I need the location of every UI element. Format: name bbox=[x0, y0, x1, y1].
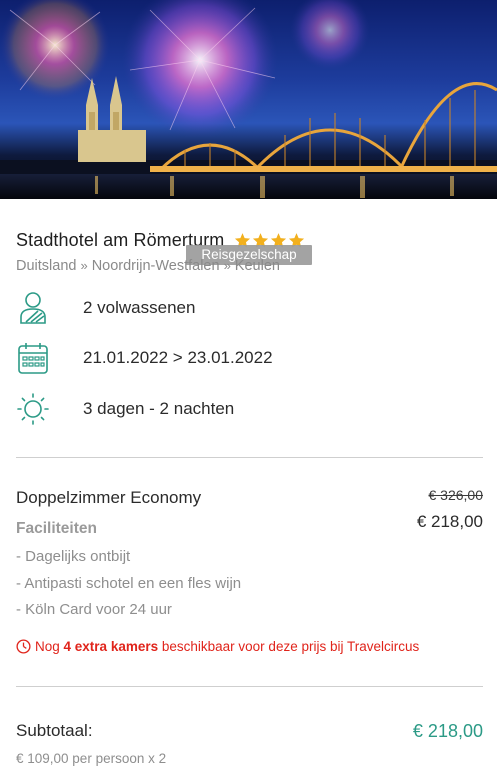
breadcrumb-city[interactable]: Keulen bbox=[235, 258, 280, 274]
cologne-fireworks-illustration bbox=[0, 0, 497, 199]
subtotal-value: € 218,00 bbox=[412, 721, 483, 741]
travellers-row bbox=[16, 290, 50, 326]
breadcrumb-country[interactable]: Duitsland bbox=[16, 258, 76, 274]
hotel-hero-image bbox=[0, 0, 497, 199]
discounted-price: € 218,00 bbox=[416, 512, 483, 531]
availability-suffix: beschikbaar voor deze prijs bij Travelci… bbox=[161, 639, 420, 654]
price-per-person: € 109,00 per persoon x 2 bbox=[16, 751, 167, 766]
divider bbox=[16, 457, 483, 458]
dates-text: 21.01.2022 > 23.01.2022 bbox=[83, 348, 273, 367]
room-name: Doppelzimmer Economy bbox=[16, 488, 202, 507]
facility-item: - Dagelijks ontbijt bbox=[16, 548, 131, 565]
person-icon bbox=[16, 290, 50, 326]
original-price: € 326,00 bbox=[428, 487, 484, 503]
facilities-heading: Faciliteiten bbox=[16, 520, 97, 537]
facility-item: - Antipasti schotel en een fles wijn bbox=[16, 575, 242, 592]
facility-item: - Köln Card voor 24 uur bbox=[16, 601, 172, 618]
availability-prefix: Nog bbox=[35, 639, 60, 654]
clock-icon bbox=[16, 639, 31, 654]
sun-icon bbox=[16, 391, 50, 427]
subtotal-label: Subtotaal: bbox=[16, 721, 93, 740]
availability-notice: Nog 4 extra kamers beschikbaar voor deze… bbox=[16, 639, 419, 654]
dates-row bbox=[16, 340, 50, 376]
calendar-icon bbox=[16, 340, 50, 376]
breadcrumb-region[interactable]: Noordrijn-Westfalen bbox=[92, 258, 220, 274]
breadcrumb: Duitsland» Noordrijn-Westfalen» Keulen bbox=[16, 258, 280, 274]
divider bbox=[16, 686, 483, 687]
travellers-text: 2 volwassenen bbox=[83, 298, 196, 317]
duration-text: 3 dagen - 2 nachten bbox=[83, 399, 235, 418]
duration-row bbox=[16, 391, 50, 427]
breadcrumb-separator: » bbox=[80, 258, 88, 273]
availability-count: 4 extra kamers bbox=[63, 639, 159, 654]
breadcrumb-separator: » bbox=[223, 258, 231, 273]
